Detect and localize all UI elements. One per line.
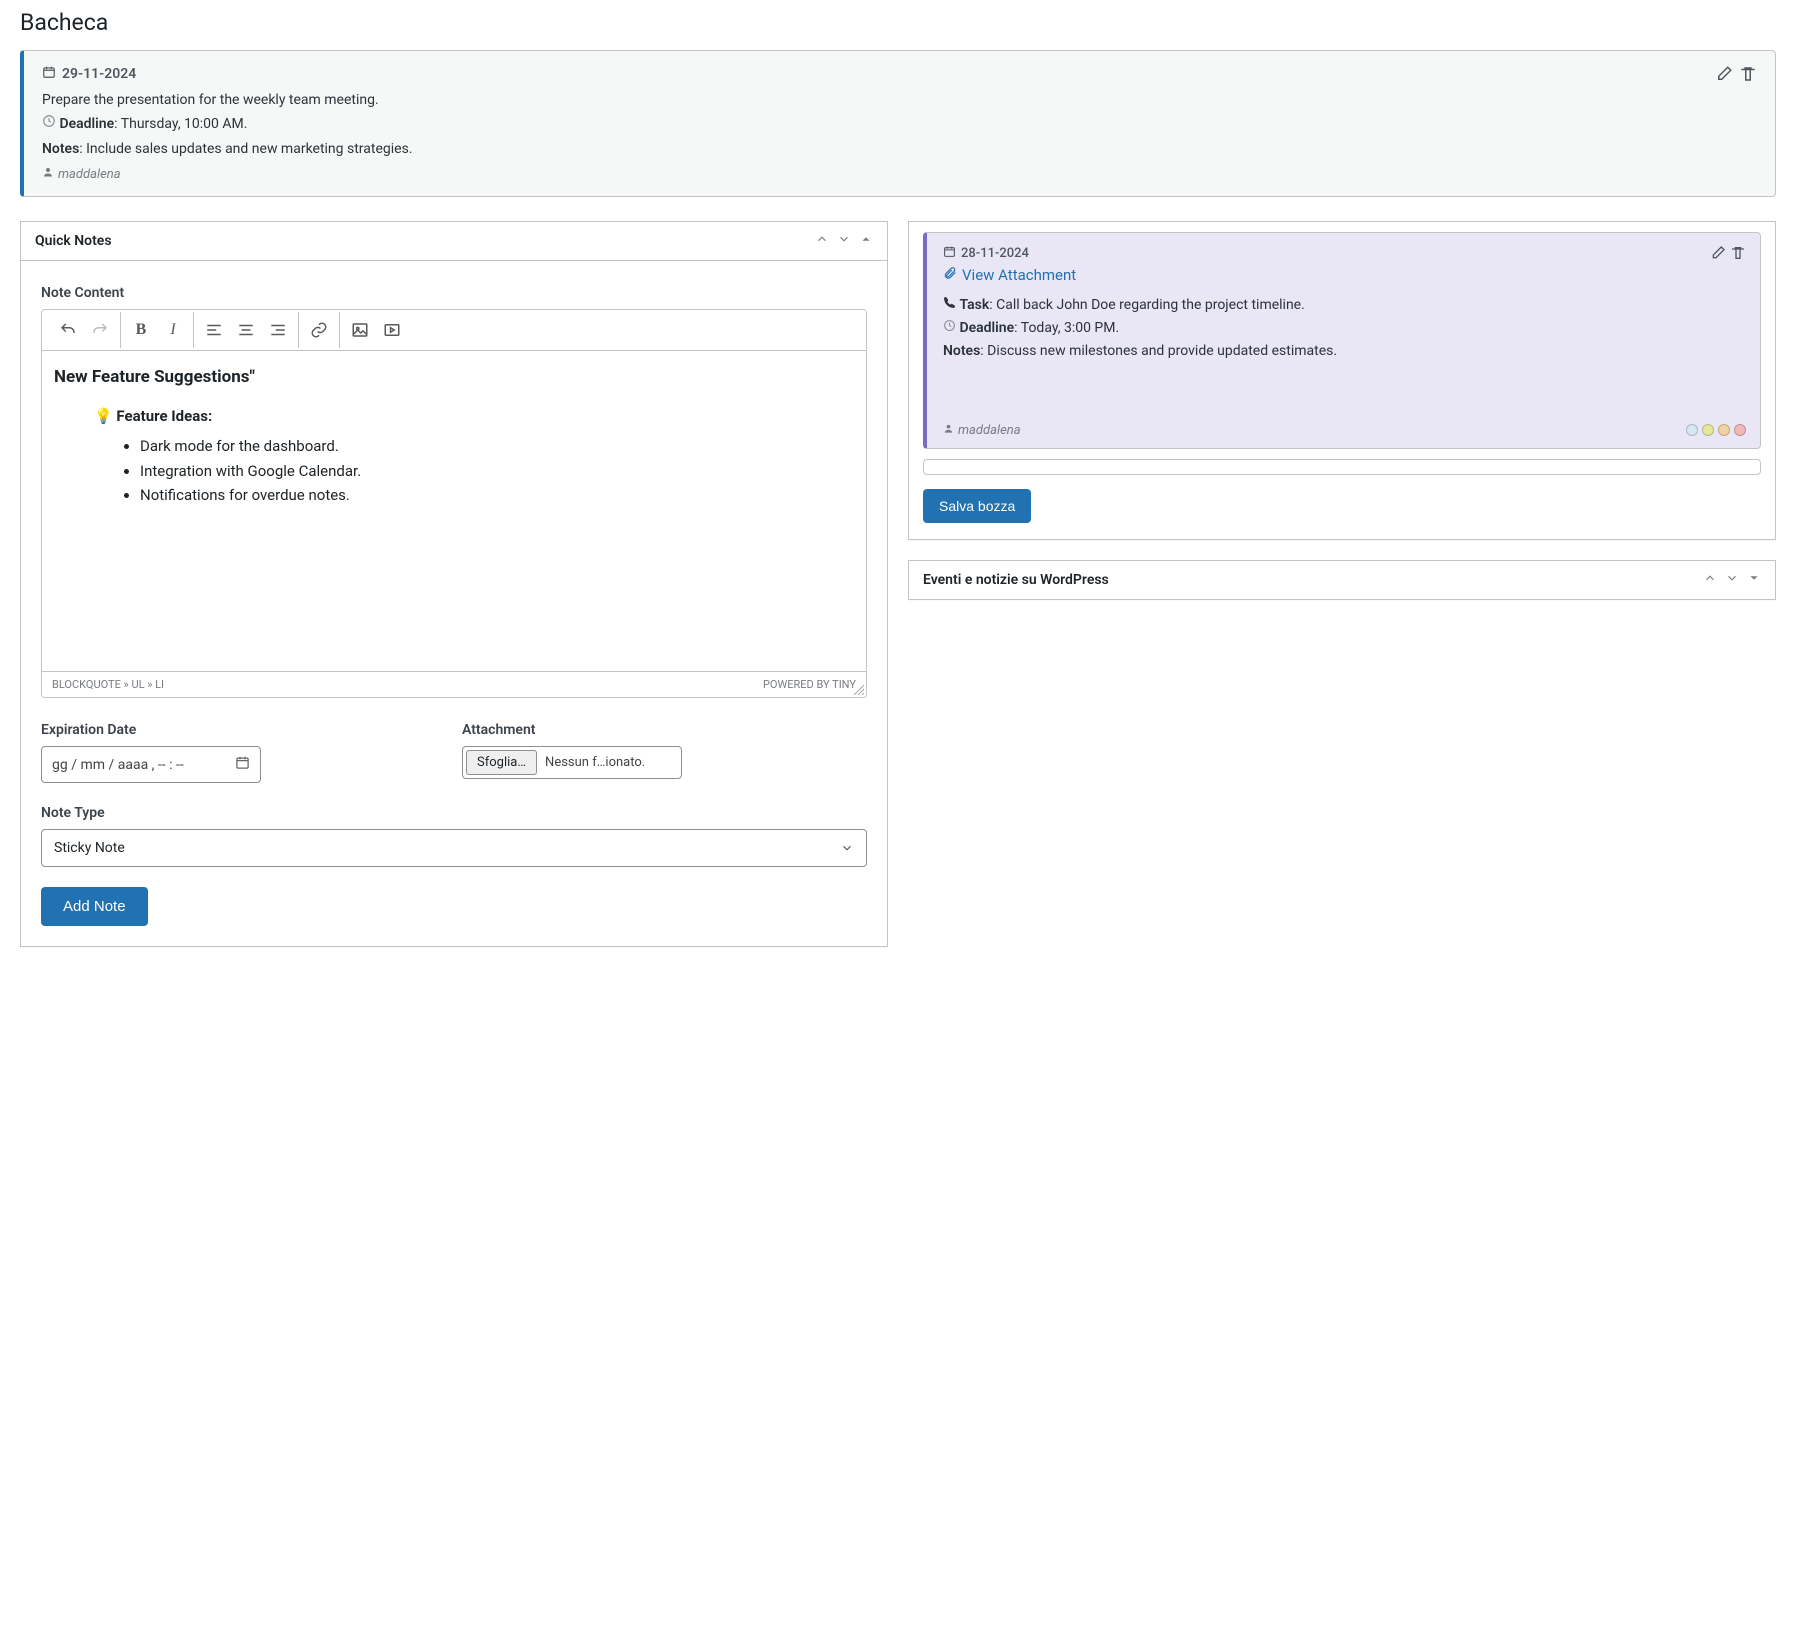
author-name: maddalena [958,423,1021,438]
editor-content[interactable]: New Feature Suggestions" 💡 Feature Ideas… [42,351,866,671]
feature-list: Dark mode for the dashboard. Integration… [140,435,854,507]
subtitle-label: Feature Ideas [116,407,208,425]
list-item: Integration with Google Calendar. [140,460,854,483]
pinned-note: 29-11-2024 Prepare the presentation for … [20,50,1776,197]
expiration-label: Expiration Date [41,722,446,738]
page-title: Bacheca [20,0,1776,40]
user-icon [42,166,54,182]
panel-up-icon[interactable] [815,232,829,250]
task-label: Task [959,297,989,313]
list-item: Dark mode for the dashboard. [140,435,854,458]
deadline-value: : Thursday, 10:00 AM. [114,116,247,132]
notes-label: Notes [42,141,79,157]
user-icon [943,423,954,438]
events-panel: Eventi e notizie su WordPress [908,560,1776,600]
paperclip-icon [943,266,957,284]
powered-by[interactable]: POWERED BY TINY [763,678,856,691]
panel-toggle-icon[interactable] [1747,571,1761,589]
undo-icon[interactable] [54,316,82,344]
deadline-label: Deadline [959,320,1014,336]
draft-panel: 28-11-2024 View Attachment Task: Call ba… [908,221,1776,540]
notes-value: : Discuss new milestones and provide upd… [980,343,1337,359]
align-center-icon[interactable] [232,316,260,344]
author-name: maddalena [58,167,121,182]
deadline-label: Deadline [59,116,114,132]
align-left-icon[interactable] [200,316,228,344]
add-note-button[interactable]: Add Note [41,887,148,926]
color-dot[interactable] [1686,424,1698,436]
view-attachment-link[interactable]: View Attachment [943,266,1744,284]
color-dot[interactable] [1702,424,1714,436]
panel-up-icon[interactable] [1703,571,1717,589]
resize-handle-icon[interactable] [854,685,864,695]
media-icon[interactable] [378,316,406,344]
calendar-icon [943,245,956,262]
note-type-select[interactable]: Sticky Note [41,829,867,867]
view-attachment-text: View Attachment [962,266,1076,284]
note-content-label: Note Content [41,285,867,301]
panel-down-icon[interactable] [1725,571,1739,589]
calendar-icon[interactable] [235,755,250,774]
panel-down-icon[interactable] [837,232,851,250]
list-item: Notifications for overdue notes. [140,484,854,507]
subtitle-colon: : [208,407,212,425]
edit-icon[interactable] [1715,65,1733,87]
italic-button[interactable]: I [159,316,187,344]
panel-toggle-icon[interactable] [859,232,873,250]
trash-icon[interactable] [1730,245,1746,265]
phone-icon [943,297,956,313]
pinned-text: Prepare the presentation for the weekly … [42,89,1757,111]
align-right-icon[interactable] [264,316,292,344]
color-dot[interactable] [1734,424,1746,436]
notes-value: : Include sales updates and new marketin… [79,141,412,157]
calendar-icon [42,65,56,83]
redo-icon[interactable] [86,316,114,344]
edit-icon[interactable] [1710,245,1726,265]
notes-label: Notes [943,343,980,359]
task-value: : Call back John Doe regarding the proje… [989,297,1305,313]
save-draft-button[interactable]: Salva bozza [923,489,1031,523]
note-type-label: Note Type [41,805,867,821]
editor-path[interactable]: BLOCKQUOTE » UL » LI [52,678,164,691]
bulb-icon: 💡 [94,407,113,425]
trash-icon[interactable] [1739,65,1757,87]
clock-icon [943,320,956,336]
pinned-date: 29-11-2024 [62,66,136,82]
quick-notes-panel: Quick Notes Note Content [20,221,888,947]
color-dot[interactable] [1718,424,1730,436]
rich-editor: B I [41,309,867,698]
draft-textarea-edge[interactable] [923,459,1761,475]
note-type-value: Sticky Note [54,840,125,856]
bold-button[interactable]: B [127,316,155,344]
image-icon[interactable] [346,316,374,344]
browse-button[interactable]: Sfoglia… [466,750,537,775]
file-input[interactable]: Sfoglia… Nessun f…ionato. [462,746,682,779]
task-note: 28-11-2024 View Attachment Task: Call ba… [923,232,1761,449]
color-picker [1686,424,1746,436]
attachment-label: Attachment [462,722,867,738]
date-placeholder: gg / mm / aaaa , -- : -- [52,757,184,773]
expiration-input[interactable]: gg / mm / aaaa , -- : -- [41,746,261,783]
chevron-down-icon [840,841,854,855]
events-title: Eventi e notizie su WordPress [923,572,1109,588]
file-status: Nessun f…ionato. [545,755,678,770]
quick-notes-title: Quick Notes [35,233,112,249]
editor-title: New Feature Suggestions" [54,365,854,391]
link-icon[interactable] [305,316,333,344]
deadline-value: : Today, 3:00 PM. [1014,320,1119,336]
task-date: 28-11-2024 [961,246,1029,261]
clock-icon [42,116,56,132]
